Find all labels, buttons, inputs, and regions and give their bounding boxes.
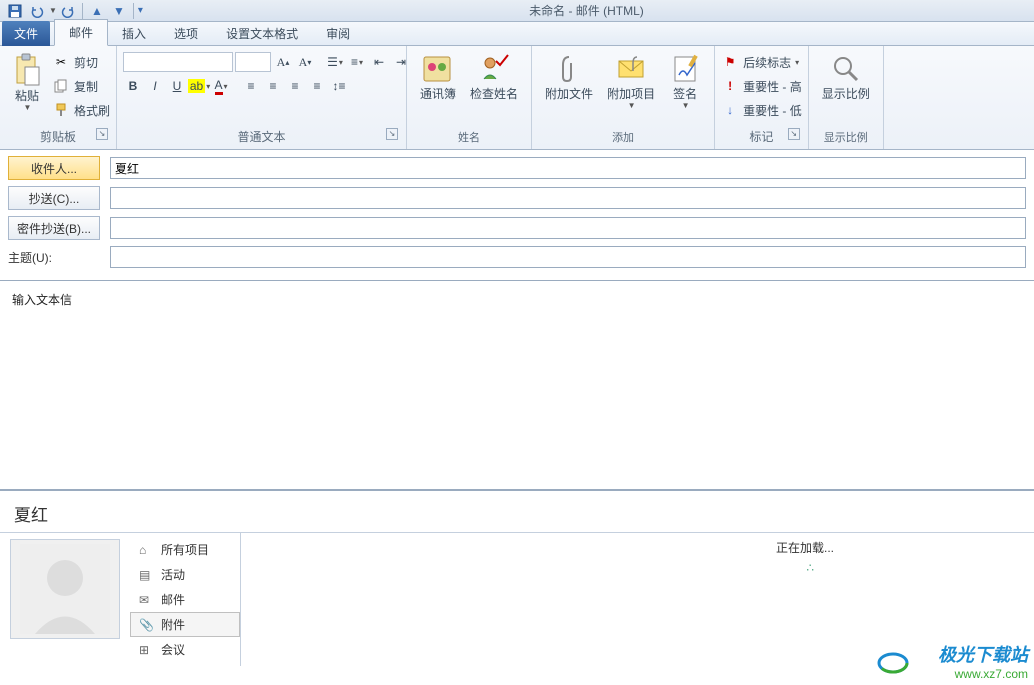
underline-button[interactable]: U <box>167 76 187 96</box>
tab-format-text[interactable]: 设置文本格式 <box>212 21 312 46</box>
paste-label: 粘贴 <box>15 89 39 103</box>
low-importance-button[interactable]: ↓重要性 - 低 <box>721 99 802 121</box>
group-names-label: 姓名 <box>413 127 525 149</box>
qat-save-icon[interactable] <box>6 2 24 20</box>
ribbon: 粘贴 ▼ ✂剪切 复制 格式刷 剪贴板↘ A▴ A▾ ☰▾ ≡▾ ⇤ ⇥ <box>0 46 1034 150</box>
group-tags: ⚑后续标志▾ !重要性 - 高 ↓重要性 - 低 标记 ↘ <box>715 46 809 149</box>
scissors-icon: ✂ <box>52 54 70 70</box>
undo-dropdown-icon[interactable]: ▼ <box>49 6 57 15</box>
tab-options[interactable]: 选项 <box>160 21 212 46</box>
tab-mail[interactable]: 邮件 <box>54 19 108 46</box>
check-names-button[interactable]: 检查姓名 <box>463 50 525 104</box>
qat-up-icon[interactable]: ▲ <box>88 2 106 20</box>
subject-label: 主题(U): <box>8 249 100 266</box>
align-left-button[interactable]: ≡ <box>241 76 261 96</box>
to-button[interactable]: 收件人... <box>8 156 100 180</box>
copy-icon <box>52 78 70 94</box>
bullets-button[interactable]: ☰▾ <box>325 52 345 72</box>
font-launcher-icon[interactable]: ↘ <box>386 128 398 140</box>
font-name-combo[interactable] <box>123 52 233 72</box>
align-right-button[interactable]: ≡ <box>285 76 305 96</box>
quick-access-toolbar: ▼ ▲ ▼ ▾ 未命名 - 邮件 (HTML) <box>0 0 1034 22</box>
format-painter-button[interactable]: 格式刷 <box>52 99 110 121</box>
italic-button[interactable]: I <box>145 76 165 96</box>
nav-mail[interactable]: ✉邮件 <box>130 587 240 612</box>
highlight-button[interactable]: ab▾ <box>189 76 209 96</box>
body-text: 输入文本信 <box>12 293 72 307</box>
outdent-button[interactable]: ⇤ <box>369 52 389 72</box>
shrink-font-button[interactable]: A▾ <box>295 52 315 72</box>
attach-item-button[interactable]: 附加项目▼ <box>600 50 662 113</box>
group-font-label: 普通文本 <box>238 130 286 144</box>
qat-redo-icon[interactable] <box>59 2 77 20</box>
clipboard-launcher-icon[interactable]: ↘ <box>96 128 108 140</box>
font-color-button[interactable]: A▾ <box>211 76 231 96</box>
followup-button[interactable]: ⚑后续标志▾ <box>721 51 799 73</box>
subject-input[interactable] <box>110 246 1026 268</box>
window-title: 未命名 - 邮件 (HTML) <box>143 2 1030 19</box>
people-pane-content: 正在加载... ∴ <box>240 533 1034 666</box>
high-importance-button[interactable]: !重要性 - 高 <box>721 75 802 97</box>
nav-activity[interactable]: ▤活动 <box>130 562 240 587</box>
watermark-title: 极光下载站 <box>938 641 1028 667</box>
line-spacing-button[interactable]: ↕≡ <box>329 76 349 96</box>
group-basic-text: A▴ A▾ ☰▾ ≡▾ ⇤ ⇥ B I U ab▾ A▾ ≡ ≡ ≡ ≡ ↕≡ <box>117 46 407 149</box>
calendar-icon: ⊞ <box>139 643 155 657</box>
home-icon: ⌂ <box>139 543 155 557</box>
cut-button[interactable]: ✂剪切 <box>52 51 110 73</box>
ribbon-tabs: 文件 邮件 插入 选项 设置文本格式 审阅 <box>0 22 1034 46</box>
group-include-label: 添加 <box>538 127 708 149</box>
copy-button[interactable]: 复制 <box>52 75 110 97</box>
people-pane-name: 夏红 <box>0 491 1034 532</box>
list-icon: ▤ <box>139 568 155 582</box>
watermark-url: www.xz7.com <box>938 667 1028 681</box>
paste-button[interactable]: 粘贴 ▼ <box>6 50 48 115</box>
group-zoom-label: 显示比例 <box>815 127 877 149</box>
group-include: 附加文件 附加项目▼ 签名▼ 添加 <box>532 46 715 149</box>
compose-area: 收件人... 抄送(C)... 密件抄送(B)... 主题(U): <box>0 150 1034 280</box>
signature-button[interactable]: 签名▼ <box>662 50 708 113</box>
group-zoom: 显示比例 显示比例 <box>809 46 884 149</box>
qat-undo-icon[interactable] <box>28 2 46 20</box>
cc-button[interactable]: 抄送(C)... <box>8 186 100 210</box>
people-pane: 夏红 ⌂所有项目 ▤活动 ✉邮件 📎附件 ⊞会议 正在加载... ∴ <box>0 490 1034 666</box>
group-tags-label: 标记 <box>749 130 773 144</box>
bcc-input[interactable] <box>110 217 1026 239</box>
align-justify-button[interactable]: ≡ <box>307 76 327 96</box>
watermark: 极光下载站 www.xz7.com <box>938 641 1028 681</box>
low-importance-icon: ↓ <box>721 102 739 118</box>
brush-icon <box>52 102 70 118</box>
flag-icon: ⚑ <box>721 54 739 70</box>
avatar <box>10 539 120 639</box>
group-clipboard: 粘贴 ▼ ✂剪切 复制 格式刷 剪贴板 ↘ <box>0 46 117 149</box>
mail-icon: ✉ <box>139 593 155 607</box>
people-pane-nav: ⌂所有项目 ▤活动 ✉邮件 📎附件 ⊞会议 <box>130 533 240 666</box>
tab-insert[interactable]: 插入 <box>108 21 160 46</box>
to-input[interactable] <box>110 157 1026 179</box>
font-size-combo[interactable] <box>235 52 271 72</box>
zoom-button[interactable]: 显示比例 <box>815 50 877 104</box>
address-book-button[interactable]: 通讯簿 <box>413 50 463 104</box>
high-importance-icon: ! <box>721 78 739 94</box>
message-body[interactable]: 输入文本信 <box>0 280 1034 490</box>
attach-file-button[interactable]: 附加文件 <box>538 50 600 104</box>
grow-font-button[interactable]: A▴ <box>273 52 293 72</box>
group-clipboard-label: 剪贴板 <box>40 130 76 144</box>
qat-down-icon[interactable]: ▼ <box>110 2 128 20</box>
nav-attachments[interactable]: 📎附件 <box>130 612 240 637</box>
numbering-button[interactable]: ≡▾ <box>347 52 367 72</box>
tab-file[interactable]: 文件 <box>2 21 50 46</box>
group-names: 通讯簿 检查姓名 姓名 <box>407 46 532 149</box>
spinner-icon: ∴ <box>806 561 814 575</box>
bold-button[interactable]: B <box>123 76 143 96</box>
paperclip-icon: 📎 <box>139 618 155 632</box>
nav-meetings[interactable]: ⊞会议 <box>130 637 240 662</box>
bcc-button[interactable]: 密件抄送(B)... <box>8 216 100 240</box>
loading-text: 正在加载... <box>776 539 834 556</box>
nav-all-items[interactable]: ⌂所有项目 <box>130 537 240 562</box>
cc-input[interactable] <box>110 187 1026 209</box>
align-center-button[interactable]: ≡ <box>263 76 283 96</box>
tags-launcher-icon[interactable]: ↘ <box>788 128 800 140</box>
tab-review[interactable]: 审阅 <box>312 21 364 46</box>
